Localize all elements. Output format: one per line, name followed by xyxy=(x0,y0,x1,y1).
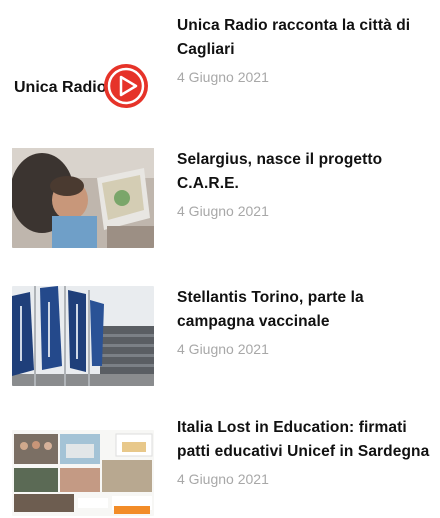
photo-collage xyxy=(12,430,154,516)
article-list: Unica Radio Unica Radio racconta la citt… xyxy=(0,0,440,518)
article-date: 4 Giugno 2021 xyxy=(177,69,269,85)
article-title[interactable]: Stellantis Torino, parte la campagna vac… xyxy=(177,286,437,334)
list-item: Stellantis Torino, parte la campagna vac… xyxy=(0,278,440,388)
article-title[interactable]: Unica Radio racconta la città di Cagliar… xyxy=(177,14,437,62)
unica-radio-logo: Unica Radio xyxy=(12,44,154,116)
article-thumbnail[interactable]: Unica Radio xyxy=(12,44,154,116)
photo-child-reading xyxy=(12,148,154,248)
article-title[interactable]: Italia Lost in Education: firmati patti … xyxy=(177,416,437,464)
list-item: Italia Lost in Education: firmati patti … xyxy=(0,408,440,518)
article-date: 4 Giugno 2021 xyxy=(177,471,269,487)
article-date: 4 Giugno 2021 xyxy=(177,203,269,219)
article-thumbnail[interactable] xyxy=(12,148,154,248)
list-item: Unica Radio Unica Radio racconta la citt… xyxy=(0,8,440,118)
article-title[interactable]: Selargius, nasce il progetto C.A.R.E. xyxy=(177,148,437,196)
article-thumbnail[interactable] xyxy=(12,286,154,386)
photo-stellantis-flags xyxy=(12,286,154,386)
article-thumbnail[interactable] xyxy=(12,430,154,516)
article-date: 4 Giugno 2021 xyxy=(177,341,269,357)
logo-text: Unica Radio xyxy=(14,79,107,96)
list-item: Selargius, nasce il progetto C.A.R.E. 4 … xyxy=(0,140,440,250)
